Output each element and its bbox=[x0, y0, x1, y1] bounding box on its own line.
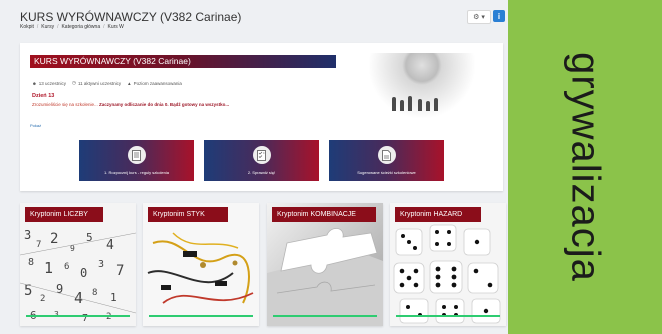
page-title: KURS WYRÓWNAWCZY (V382 Carinae) bbox=[20, 10, 242, 24]
day-text: Zrozumieliście się na szkolenie... Zaczy… bbox=[32, 102, 230, 107]
svg-text:5: 5 bbox=[24, 283, 32, 299]
breadcrumb-item-kokpit[interactable]: Kokpit bbox=[20, 24, 34, 30]
action-check-yourself[interactable]: 2. Sprawdź się! bbox=[204, 140, 319, 181]
svg-text:3: 3 bbox=[24, 228, 31, 242]
clock-icon: ◷ bbox=[72, 80, 76, 85]
action-label: 2. Sprawdź się! bbox=[247, 170, 276, 175]
file-icon bbox=[377, 146, 396, 164]
tile-progress-bar bbox=[273, 315, 377, 317]
svg-text:1: 1 bbox=[44, 259, 53, 277]
breadcrumb: Kokpit / Kursy / Kategoria główna / Kurs… bbox=[20, 24, 124, 30]
svg-text:4: 4 bbox=[106, 238, 114, 253]
tile-title: Kryptonim LICZBY bbox=[25, 207, 103, 222]
active-stat: ◷ 11 aktywni uczestnicy bbox=[72, 80, 122, 86]
tile-title: Kryptonim STYK bbox=[148, 207, 228, 222]
svg-text:7: 7 bbox=[36, 240, 41, 250]
gear-icon: ⚙ bbox=[473, 14, 480, 21]
svg-text:8: 8 bbox=[92, 288, 97, 298]
tile-progress-bar bbox=[396, 315, 500, 317]
breadcrumb-item-kurs[interactable]: Kurs W bbox=[108, 24, 124, 30]
checklist-icon bbox=[252, 146, 271, 164]
svg-text:0: 0 bbox=[80, 266, 87, 280]
main-area: KURS WYRÓWNAWCZY (V382 Carinae) Kokpit /… bbox=[0, 0, 508, 334]
tile-kryptonim-hazard[interactable]: Kryptonim HAZARD bbox=[390, 203, 506, 326]
tile-progress-bar bbox=[149, 315, 253, 317]
svg-text:2: 2 bbox=[106, 312, 111, 322]
side-panel-label: grywalizacja bbox=[563, 52, 608, 282]
day-label: Dzień 13 bbox=[32, 93, 55, 99]
info-button[interactable]: i bbox=[493, 10, 505, 22]
svg-text:7: 7 bbox=[116, 263, 124, 279]
action-label: Sugerowane ścieżki szkoleniowe bbox=[357, 170, 416, 175]
svg-text:8: 8 bbox=[28, 257, 34, 268]
level-icon: ▲ bbox=[127, 80, 132, 86]
action-suggested-paths[interactable]: Sugerowane ścieżki szkoleniowe bbox=[329, 140, 444, 181]
course-banner-image bbox=[352, 53, 492, 121]
action-start-course[interactable]: 1. Rozpocznij kurs - reguły szkolenia bbox=[79, 140, 194, 181]
tile-kryptonim-liczby[interactable]: 37 29 54 81 60 37 52 94 81 63 72 Krypton… bbox=[20, 203, 136, 326]
svg-text:6: 6 bbox=[64, 262, 69, 272]
course-card: KURS WYRÓWNAWCZY (V382 Carinae) ☻ 13 ucz… bbox=[20, 43, 503, 191]
course-stats: ☻ 13 uczestnicy ◷ 11 aktywni uczestnicy … bbox=[32, 80, 182, 86]
tile-kryptonim-kombinacje[interactable]: Kryptonim KOMBINACJE bbox=[267, 203, 383, 326]
tile-progress-bar bbox=[26, 315, 130, 317]
users-icon: ☻ bbox=[32, 80, 37, 86]
svg-text:1: 1 bbox=[110, 291, 117, 304]
level-stat: ▲ Poziom zaawansowania bbox=[127, 80, 182, 86]
action-label: 1. Rozpocznij kurs - reguły szkolenia bbox=[104, 170, 169, 175]
tile-title: Kryptonim HAZARD bbox=[395, 207, 481, 222]
breadcrumb-item-kategoria[interactable]: Kategoria główna bbox=[61, 24, 100, 30]
svg-text:3: 3 bbox=[98, 259, 104, 270]
document-icon bbox=[127, 146, 146, 164]
course-title: KURS WYRÓWNAWCZY (V382 Carinae) bbox=[30, 55, 336, 68]
show-more-link[interactable]: Pokaż bbox=[30, 123, 41, 128]
settings-menu-button[interactable]: ⚙ ▾ bbox=[467, 10, 491, 24]
breadcrumb-separator: / bbox=[57, 24, 59, 30]
chevron-down-icon: ▾ bbox=[481, 14, 485, 21]
breadcrumb-separator: / bbox=[36, 24, 39, 30]
participants-stat: ☻ 13 uczestnicy bbox=[32, 80, 67, 86]
svg-text:2: 2 bbox=[50, 231, 58, 247]
info-icon: i bbox=[497, 11, 501, 21]
tile-kryptonim-styk[interactable]: Kryptonim STYK bbox=[143, 203, 259, 326]
tile-title: Kryptonim KOMBINACJE bbox=[272, 207, 376, 222]
side-panel: grywalizacja bbox=[508, 0, 662, 334]
svg-text:2: 2 bbox=[40, 294, 45, 304]
breadcrumb-item-kursy[interactable]: Kursy bbox=[41, 24, 54, 30]
breadcrumb-separator: / bbox=[103, 24, 105, 30]
